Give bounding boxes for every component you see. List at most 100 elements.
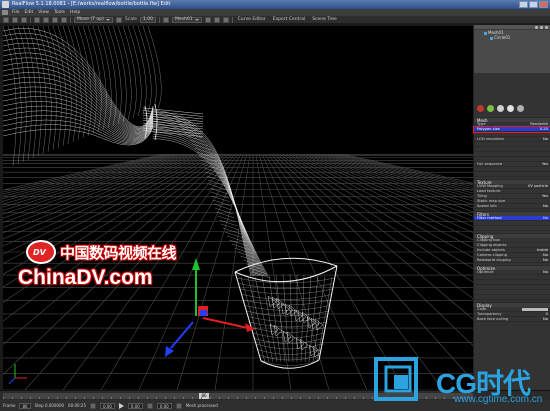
color-swatch[interactable] [522, 308, 548, 311]
property-value[interactable]: 0.25 [540, 127, 548, 131]
cgtime-watermark: CG时代 www.cgtime.com.cn [374, 357, 550, 411]
new-icon[interactable] [3, 16, 9, 23]
menu-help[interactable]: Help [70, 9, 80, 16]
property-value[interactable]: No [543, 258, 548, 262]
mode-select[interactable]: Move (T up) [74, 16, 113, 23]
window-title: RealFlow 5.1.18.0081 - [E:/works/realflo… [12, 1, 171, 7]
scene-tree-button[interactable]: Scene Tree [310, 17, 339, 22]
grid-icon[interactable] [222, 16, 229, 23]
light-icon[interactable] [213, 16, 220, 23]
property-row[interactable] [474, 226, 550, 231]
frame-field[interactable]: 86 [19, 402, 31, 409]
close-button[interactable] [539, 1, 548, 8]
viewport-canvas [3, 26, 473, 390]
lock-icon[interactable] [540, 25, 543, 29]
field-c[interactable]: 0.00 [156, 402, 172, 409]
timeline-tick [183, 397, 184, 399]
property-value[interactable]: Yes [542, 162, 548, 166]
export-central-button[interactable]: Export Central [271, 17, 308, 22]
rotate-icon[interactable] [52, 16, 58, 23]
property-value[interactable]: 0 [546, 312, 548, 316]
link-icon[interactable] [517, 105, 524, 112]
mesh-strand [236, 277, 336, 284]
mesh-strand [3, 72, 154, 135]
mesh-strand [304, 275, 312, 363]
property-value[interactable]: No [543, 317, 548, 321]
timeline-tick [66, 397, 67, 399]
property-row[interactable] [474, 295, 550, 300]
property-label: Full sequence [477, 162, 503, 166]
simulate-icon[interactable] [487, 105, 494, 112]
timeline-tick [246, 397, 247, 399]
mesh-strand [286, 331, 296, 344]
timeline-tick [372, 397, 373, 399]
property-row[interactable] [474, 172, 550, 177]
step-forward-icon[interactable] [175, 402, 182, 409]
record-icon[interactable] [477, 105, 484, 112]
layout-select[interactable]: Mesh01 [172, 16, 202, 23]
menu-view[interactable]: View [38, 9, 49, 16]
property-label: Clipping objects [477, 243, 507, 247]
render-icon[interactable] [204, 16, 211, 23]
property-value[interactable]: No [543, 216, 548, 220]
menu-tools[interactable]: Tools [54, 9, 65, 16]
property-value[interactable]: No [543, 137, 548, 141]
timeline-tick [129, 397, 130, 399]
mesh-strand [27, 26, 42, 157]
timeline-tick [201, 397, 202, 399]
tree-item-label: Circle01 [494, 35, 511, 40]
mesh-strand [3, 96, 154, 139]
curve-editor-button[interactable]: Curve Editor [236, 17, 268, 22]
property-value[interactable]: Renderkit [530, 122, 548, 126]
app-icon [2, 1, 9, 8]
property-label: UVW Mapping [477, 184, 503, 188]
play-icon[interactable] [118, 402, 124, 409]
3d-viewport[interactable]: DV 中国数码视频在线 ChinaDV.com [3, 26, 473, 390]
property-row[interactable]: Speed info No [474, 204, 550, 209]
scale-field[interactable]: 1.00 [140, 16, 157, 23]
title-bar: RealFlow 5.1.18.0081 - [E:/works/realflo… [0, 0, 550, 9]
filter-icon[interactable] [545, 25, 548, 29]
stop-icon[interactable] [146, 402, 153, 409]
property-row[interactable]: Back face culling No [474, 317, 550, 322]
visibility-icon[interactable] [507, 105, 514, 112]
snap-icon[interactable] [115, 16, 122, 23]
property-value[interactable]: Yes [542, 194, 548, 198]
property-value[interactable]: No [543, 253, 548, 257]
property-row[interactable]: Realworld clipping No [474, 258, 550, 263]
frame-label: Frame [3, 403, 16, 408]
save-icon[interactable] [21, 16, 27, 23]
tree-item[interactable]: Circle01 [474, 35, 550, 40]
property-value[interactable]: No [543, 204, 548, 208]
menu-file[interactable]: File [12, 9, 20, 16]
camera-icon[interactable] [163, 16, 170, 23]
cgtime-url: www.cgtime.com.cn [454, 394, 543, 405]
field-b[interactable]: 0.00 [127, 402, 143, 409]
property-label: Static map size [477, 199, 506, 203]
menu-app-icon [2, 10, 8, 15]
mesh-strand [241, 294, 332, 300]
select-icon[interactable] [34, 16, 40, 23]
property-value[interactable]: Inside [537, 248, 548, 252]
transform-gizmo[interactable] [165, 258, 255, 357]
maximize-button[interactable] [529, 1, 538, 8]
eye-icon[interactable] [535, 25, 538, 29]
menu-edit[interactable]: Edit [25, 9, 34, 16]
timeline-tick [75, 397, 76, 399]
scale-icon[interactable] [61, 16, 67, 23]
property-label: Transparency [477, 312, 502, 316]
timeline-tick [147, 397, 148, 399]
move-icon[interactable] [43, 16, 49, 23]
scale-label: Scale [124, 17, 138, 22]
property-value[interactable]: No [543, 270, 548, 274]
timeline-tick [138, 397, 139, 399]
rewind-icon[interactable] [90, 402, 96, 409]
minimize-button[interactable] [519, 1, 528, 8]
open-icon[interactable] [12, 16, 18, 23]
brush-icon[interactable] [497, 105, 504, 112]
toolbar-divider [70, 16, 71, 23]
timeline-tick [39, 397, 40, 399]
property-value[interactable]: UV particle [528, 184, 548, 188]
mesh-strand [3, 57, 154, 132]
field-a[interactable]: 0.00 [100, 402, 115, 409]
